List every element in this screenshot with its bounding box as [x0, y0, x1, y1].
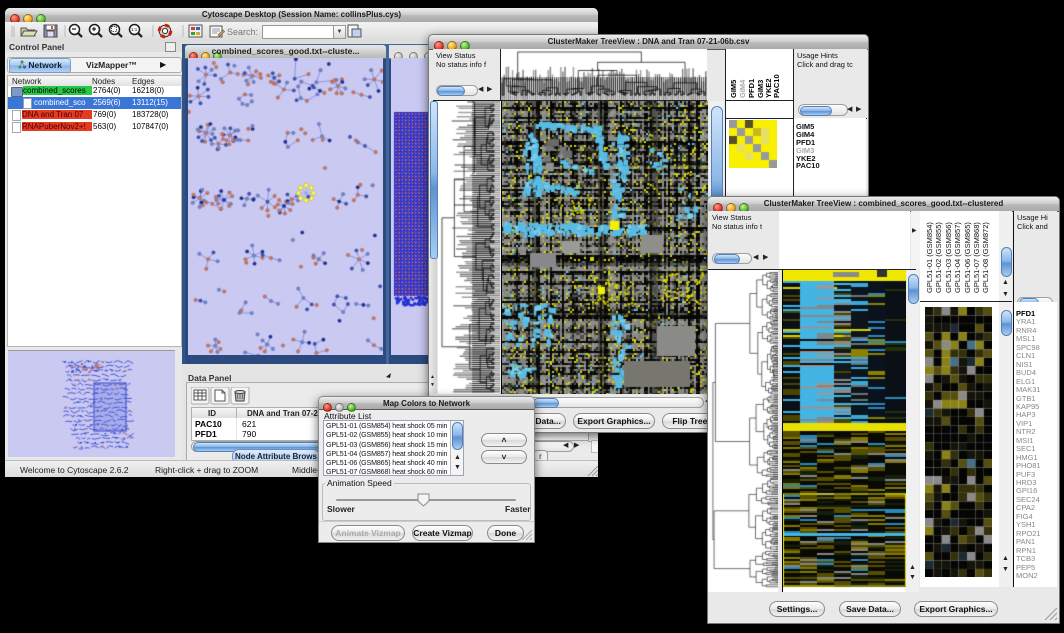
svg-text:1:1: 1:1: [131, 27, 138, 32]
